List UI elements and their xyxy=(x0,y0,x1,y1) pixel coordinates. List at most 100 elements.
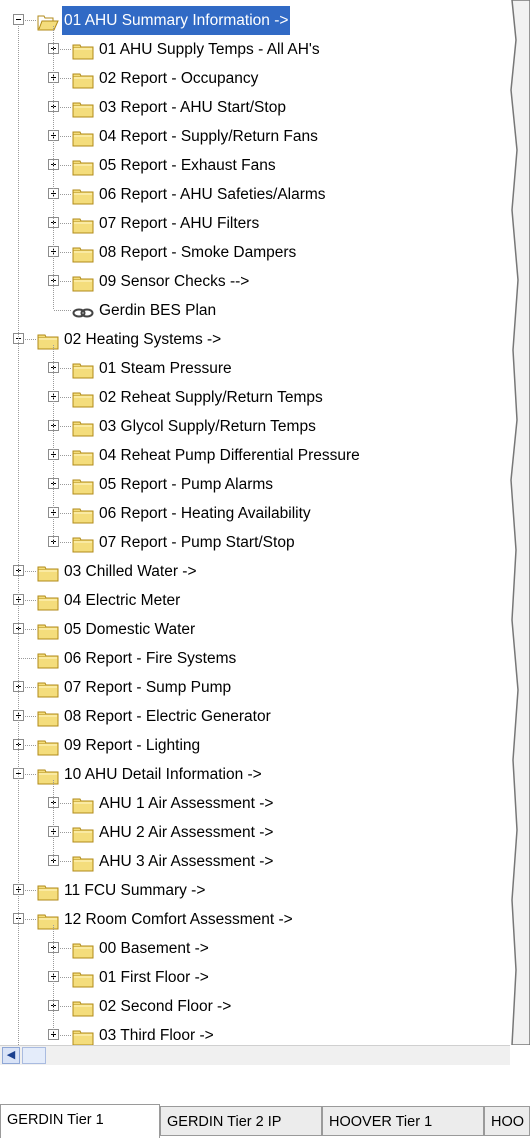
folder-icon xyxy=(72,534,94,553)
tree-item-label: 05 Report - Exhaust Fans xyxy=(99,157,276,174)
folder-icon xyxy=(72,41,94,60)
tree-item-label: 09 Report - Lighting xyxy=(64,737,201,754)
tree-item-label: 00 Basement -> xyxy=(99,940,209,957)
folder-icon xyxy=(72,447,94,466)
tree-item[interactable]: 03 Third Floor -> xyxy=(0,1021,510,1045)
tree-item[interactable]: 02 Report - Occupancy xyxy=(0,64,510,93)
tree-guide-line xyxy=(53,925,54,1035)
folder-open-icon xyxy=(37,12,59,31)
folder-icon xyxy=(37,331,59,350)
folder-icon xyxy=(72,244,94,263)
tree-item-label: 05 Report - Pump Alarms xyxy=(99,476,274,493)
tree-item-label: 02 Report - Occupancy xyxy=(99,70,259,87)
tree-item-label: 02 Second Floor -> xyxy=(99,998,232,1015)
tree-item[interactable]: 06 Report - AHU Safeties/Alarms xyxy=(0,180,510,209)
tree-item[interactable]: 05 Domestic Water xyxy=(0,615,510,644)
tree-item[interactable]: 04 Reheat Pump Differential Pressure xyxy=(0,441,510,470)
tree-item-label: 01 AHU Supply Temps - All AH's xyxy=(99,41,320,58)
tab-gerdin-tier-1[interactable]: GERDIN Tier 1 xyxy=(0,1104,160,1138)
folder-icon xyxy=(72,998,94,1017)
tab-hoover-tier-1[interactable]: HOOVER Tier 1 xyxy=(322,1106,484,1136)
tree-item[interactable]: 05 Report - Pump Alarms xyxy=(0,470,510,499)
tree-item[interactable]: 01 AHU Supply Temps - All AH's xyxy=(0,35,510,64)
tree-guide-line xyxy=(18,26,19,1045)
folder-icon xyxy=(72,1027,94,1045)
tree-item[interactable]: AHU 1 Air Assessment -> xyxy=(0,789,510,818)
tree-item[interactable]: 07 Report - Sump Pump xyxy=(0,673,510,702)
tree-item-label: 06 Report - AHU Safeties/Alarms xyxy=(99,186,326,203)
tree-item[interactable]: 11 FCU Summary -> xyxy=(0,876,510,905)
tree-item[interactable]: 02 Second Floor -> xyxy=(0,992,510,1021)
tree-item[interactable]: 01 Steam Pressure xyxy=(0,354,510,383)
tree-item-label: 03 Chilled Water -> xyxy=(64,563,197,580)
tree-item[interactable]: 04 Report - Supply/Return Fans xyxy=(0,122,510,151)
tree-item[interactable]: 06 Report - Heating Availability xyxy=(0,499,510,528)
tree-item-label: 12 Room Comfort Assessment -> xyxy=(64,911,293,928)
tree-item[interactable]: 08 Report - Electric Generator xyxy=(0,702,510,731)
folder-icon xyxy=(37,563,59,582)
tree-item-label: 05 Domestic Water xyxy=(64,621,196,638)
scrollbar-thumb[interactable] xyxy=(22,1047,46,1064)
tree-guide-line xyxy=(53,26,54,310)
tree-item-label: 04 Reheat Pump Differential Pressure xyxy=(99,447,360,464)
tree-item[interactable]: 03 Report - AHU Start/Stop xyxy=(0,93,510,122)
tree-item[interactable]: 12 Room Comfort Assessment -> xyxy=(0,905,510,934)
folder-icon xyxy=(72,215,94,234)
folder-icon xyxy=(72,476,94,495)
tree-item[interactable]: 07 Report - AHU Filters xyxy=(0,209,510,238)
tree-guide-line xyxy=(53,345,54,542)
tree-item[interactable]: 00 Basement -> xyxy=(0,934,510,963)
torn-edge-decoration xyxy=(510,0,530,1046)
tree-item[interactable]: AHU 2 Air Assessment -> xyxy=(0,818,510,847)
tree-item-label: 11 FCU Summary -> xyxy=(64,882,206,899)
tree-item[interactable]: 02 Heating Systems -> xyxy=(0,325,510,354)
tab-hoo[interactable]: HOO xyxy=(484,1106,530,1136)
tree-item[interactable]: AHU 3 Air Assessment -> xyxy=(0,847,510,876)
folder-icon xyxy=(37,737,59,756)
folder-icon xyxy=(72,99,94,118)
tree-item-label: AHU 2 Air Assessment -> xyxy=(99,824,274,841)
tree-connector xyxy=(54,310,72,311)
tree-item[interactable]: 04 Electric Meter xyxy=(0,586,510,615)
tree-item[interactable]: 01 First Floor -> xyxy=(0,963,510,992)
tab-gerdin-tier-2-ip[interactable]: GERDIN Tier 2 IP xyxy=(160,1106,322,1136)
tree-item[interactable]: 09 Report - Lighting xyxy=(0,731,510,760)
tree-item[interactable]: 02 Reheat Supply/Return Temps xyxy=(0,383,510,412)
tree-item-label: 07 Report - AHU Filters xyxy=(99,215,260,232)
tree-item[interactable]: 09 Sensor Checks --> xyxy=(0,267,510,296)
folder-icon xyxy=(72,940,94,959)
folder-icon xyxy=(72,418,94,437)
tree-item[interactable]: 01 AHU Summary Information -> xyxy=(0,6,510,35)
tree-item[interactable]: 07 Report - Pump Start/Stop xyxy=(0,528,510,557)
tree-item-label: 04 Electric Meter xyxy=(64,592,181,609)
folder-icon xyxy=(37,592,59,611)
folder-icon xyxy=(37,708,59,727)
tree-item-label: 02 Reheat Supply/Return Temps xyxy=(99,389,323,406)
tree-item-label: 09 Sensor Checks --> xyxy=(99,273,250,290)
tree-item[interactable]: 10 AHU Detail Information -> xyxy=(0,760,510,789)
tree-item-label: 10 AHU Detail Information -> xyxy=(64,766,262,783)
tree-item-label: 01 AHU Summary Information -> xyxy=(62,6,291,35)
tree-item[interactable]: 06 Report - Fire Systems xyxy=(0,644,510,673)
tree-item[interactable]: Gerdin BES Plan xyxy=(0,296,510,325)
folder-icon xyxy=(72,186,94,205)
arrow-left-icon[interactable]: ◀ xyxy=(2,1047,20,1064)
tree-item-label: 07 Report - Sump Pump xyxy=(64,679,232,696)
collapse-icon[interactable] xyxy=(13,14,24,25)
tree-item[interactable]: 05 Report - Exhaust Fans xyxy=(0,151,510,180)
tree-item-label: 03 Report - AHU Start/Stop xyxy=(99,99,286,116)
link-icon xyxy=(72,302,94,318)
tree-view[interactable]: 01 AHU Summary Information -> 01 AHU Supp… xyxy=(0,0,510,1045)
folder-icon xyxy=(37,882,59,901)
tree-item-label: 02 Heating Systems -> xyxy=(64,331,222,348)
folder-icon xyxy=(72,273,94,292)
tree-item[interactable]: 03 Chilled Water -> xyxy=(0,557,510,586)
horizontal-scrollbar[interactable]: ◀ xyxy=(0,1045,510,1065)
tree-item-label: 03 Glycol Supply/Return Temps xyxy=(99,418,316,435)
folder-icon xyxy=(72,824,94,843)
tree-item-label: 06 Report - Heating Availability xyxy=(99,505,311,522)
tree-item-label: 01 Steam Pressure xyxy=(99,360,232,377)
tree-item-label: 08 Report - Smoke Dampers xyxy=(99,244,297,261)
tree-item[interactable]: 03 Glycol Supply/Return Temps xyxy=(0,412,510,441)
tree-item[interactable]: 08 Report - Smoke Dampers xyxy=(0,238,510,267)
